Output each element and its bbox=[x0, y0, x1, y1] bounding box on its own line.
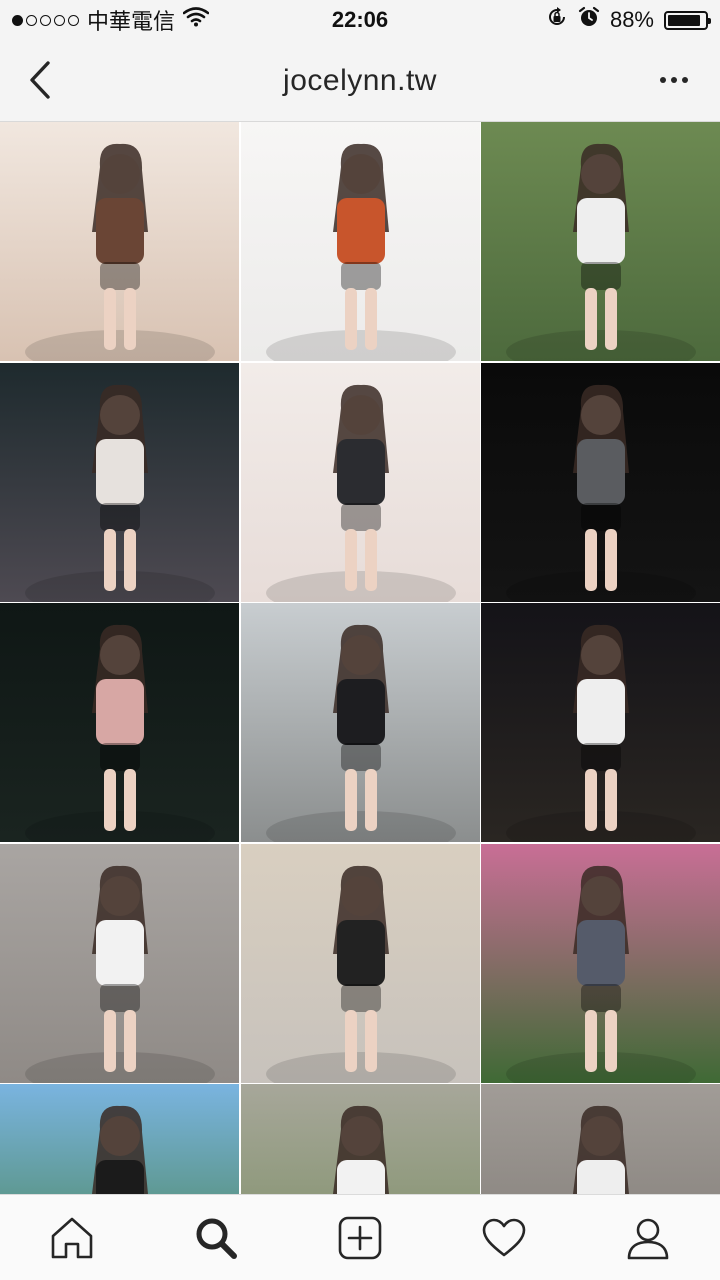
chevron-left-icon bbox=[30, 61, 50, 99]
battery-icon bbox=[664, 10, 711, 30]
photo-thumbnail-image bbox=[265, 143, 456, 361]
photo-concrete-wall-black-shorts[interactable] bbox=[0, 843, 239, 1083]
search-icon bbox=[196, 1218, 237, 1259]
photo-thumbnail-image bbox=[265, 865, 456, 1083]
photo-thumbnail-image bbox=[332, 1105, 389, 1194]
photo-thumbnail-image bbox=[265, 624, 456, 842]
photo-store-plush-toys[interactable] bbox=[240, 843, 480, 1083]
orientation-lock-icon bbox=[546, 6, 568, 34]
photo-thumbnail-image bbox=[25, 143, 215, 361]
more-dot-icon bbox=[682, 77, 688, 83]
more-dot-icon bbox=[660, 77, 666, 83]
photo-night-street-shorts[interactable] bbox=[0, 362, 239, 602]
status-bar: 中華電信 22:06 88% bbox=[0, 0, 720, 40]
photo-mountain-forest-sky[interactable] bbox=[0, 1084, 239, 1194]
battery-level bbox=[668, 14, 700, 26]
carrier-name: 中華電信 bbox=[87, 9, 176, 34]
home-icon bbox=[51, 1217, 93, 1258]
photo-black-top-ponytail[interactable] bbox=[240, 362, 480, 602]
photo-thumbnail-image bbox=[25, 384, 215, 602]
wifi-icon bbox=[182, 7, 210, 33]
signal-strength-icon bbox=[12, 14, 79, 26]
status-left: 中華電信 bbox=[12, 0, 210, 40]
photo-flower-bush-striped-romper[interactable] bbox=[481, 843, 720, 1083]
back-button[interactable] bbox=[18, 58, 62, 102]
photo-thumbnail-image bbox=[506, 865, 696, 1083]
photo-street-black-jacket[interactable] bbox=[240, 603, 480, 842]
photo-thumbnail-image bbox=[506, 143, 696, 361]
add-post-icon bbox=[338, 1216, 382, 1259]
profile-username: jocelynn.tw bbox=[283, 64, 437, 97]
photo-selfie-with-plush-bear[interactable] bbox=[0, 122, 239, 361]
tab-profile[interactable] bbox=[576, 1195, 720, 1280]
profile-icon bbox=[627, 1218, 669, 1259]
battery-percent: 88% bbox=[609, 7, 654, 32]
photo-thumbnail-image bbox=[573, 1105, 629, 1194]
photo-thumbnail-image bbox=[506, 384, 696, 602]
bottom-tab-bar bbox=[0, 1194, 720, 1280]
photo-thumbnail-image bbox=[506, 624, 696, 842]
status-right: 88% bbox=[546, 0, 711, 40]
heart-icon bbox=[482, 1218, 526, 1256]
photo-road-selfie[interactable] bbox=[481, 1084, 720, 1194]
tab-search[interactable] bbox=[144, 1195, 288, 1280]
tab-home[interactable] bbox=[0, 1195, 144, 1280]
photo-park-white-top[interactable] bbox=[240, 1084, 480, 1194]
tab-new-post[interactable] bbox=[288, 1195, 432, 1280]
alarm-clock-icon bbox=[578, 6, 600, 34]
more-dot-icon bbox=[671, 77, 677, 83]
photo-night-car-harbor[interactable] bbox=[481, 362, 720, 602]
photo-thumbnail-image bbox=[25, 865, 215, 1083]
more-options-button[interactable] bbox=[654, 60, 694, 100]
photo-pink-umbrella-rain[interactable] bbox=[0, 603, 239, 842]
photo-thumbnail-image bbox=[265, 384, 456, 602]
photo-orange-top-white-wall[interactable] bbox=[240, 122, 480, 361]
photo-white-tee-green-ivy[interactable] bbox=[481, 122, 720, 361]
tab-activity[interactable] bbox=[432, 1195, 576, 1280]
photo-grid bbox=[0, 122, 720, 1194]
photo-thumbnail-image bbox=[92, 1105, 148, 1194]
photo-thumbnail-image bbox=[25, 624, 215, 842]
photo-night-white-tee[interactable] bbox=[481, 603, 720, 842]
nav-bar: jocelynn.tw bbox=[0, 40, 720, 122]
